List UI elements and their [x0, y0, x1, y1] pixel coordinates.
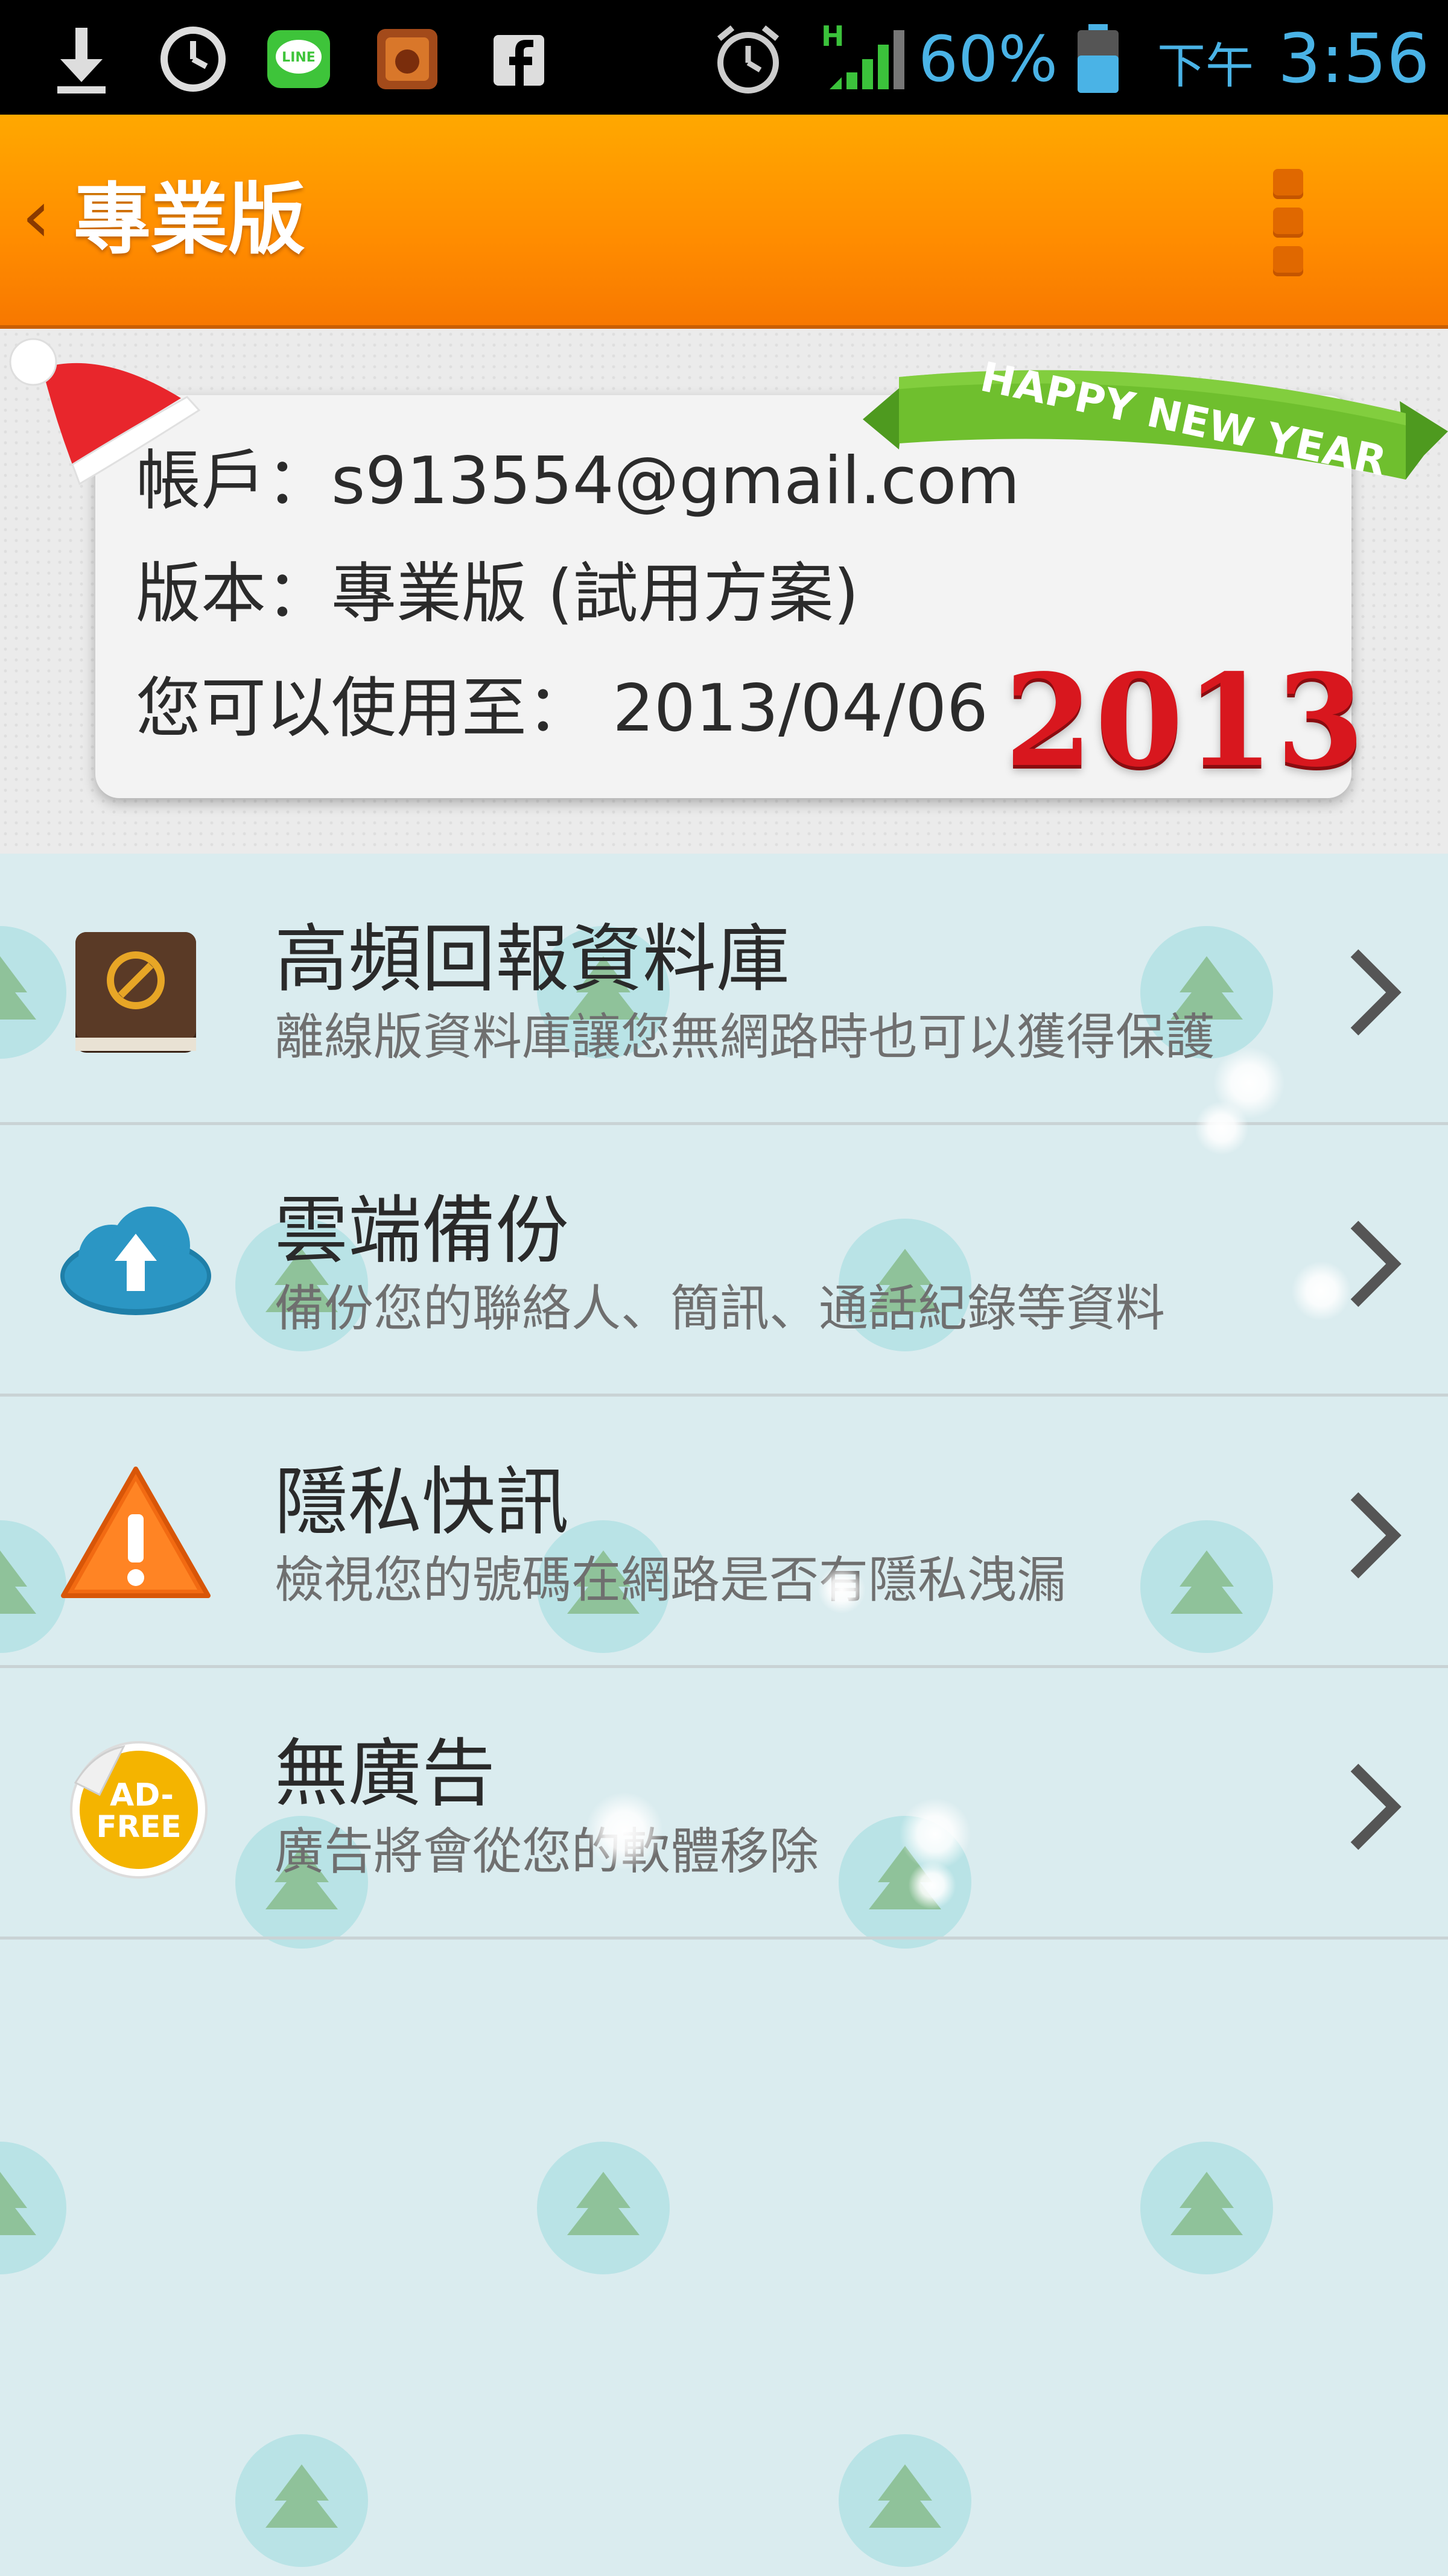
snow-sparkle [899, 1798, 971, 1870]
alarm-icon [717, 25, 780, 94]
svg-text:LINE: LINE [282, 50, 316, 65]
snow-sparkle [908, 1861, 956, 1909]
chevron-right-icon [1350, 949, 1402, 1036]
overflow-menu-icon[interactable] [1261, 169, 1315, 290]
snow-sparkle [1291, 1261, 1351, 1321]
warning-icon [61, 1467, 211, 1598]
list-item-title: 隱私快訊 [275, 1459, 569, 1545]
ad-free-line2: FREE [97, 1809, 182, 1844]
facebook-icon [494, 35, 544, 86]
battery-icon [1078, 24, 1119, 93]
database-book-icon [75, 932, 196, 1053]
list-item-title: 無廣告 [275, 1731, 495, 1816]
battery-percent: 60% [918, 22, 1058, 96]
ad-free-line1: AD- [110, 1777, 174, 1813]
back-icon[interactable]: ‹ [12, 175, 60, 259]
svg-text:H: H [821, 20, 845, 52]
list-item-subtitle: 離線版資料庫讓您無網路時也可以獲得保護 [275, 1009, 1215, 1066]
santa-hat-icon [9, 338, 201, 486]
list-item-subtitle: 檢視您的號碼在網路是否有隱私洩漏 [275, 1552, 1067, 1609]
snow-sparkle [818, 1566, 866, 1614]
signal-icon: H [821, 20, 904, 89]
expiry-line: 您可以使用至： 2013/04/06 [136, 671, 988, 746]
list-item-ad-free[interactable]: AD- FREE 無廣告 廣告將會從您的軟體移除 [0, 1668, 1448, 1940]
clock-icon [160, 27, 226, 92]
line-app-icon: LINE [267, 30, 330, 88]
download-icon [57, 28, 106, 94]
list-item-title: 高頻回報資料庫 [275, 916, 790, 1002]
list-item-cloud-backup[interactable]: 雲端備份 備份您的聯絡人、簡訊、通話紀錄等資料 [0, 1125, 1448, 1397]
list-item-privacy-alert[interactable]: 隱私快訊 檢視您的號碼在網路是否有隱私洩漏 [0, 1397, 1448, 1668]
ad-free-icon: AD- FREE [70, 1741, 208, 1879]
cloud-upload-icon [60, 1207, 211, 1315]
action-bar: ‹ 專業版 [0, 115, 1448, 329]
chevron-right-icon [1350, 1763, 1402, 1850]
happy-new-year-ribbon: HAPPY NEW YEAR [863, 354, 1448, 486]
page-title: 專業版 [74, 175, 306, 265]
snow-sparkle [1195, 1101, 1249, 1155]
year-text: 2013 [1005, 646, 1367, 795]
feature-list: 高頻回報資料庫 離線版資料庫讓您無網路時也可以獲得保護 雲端備份 備份您的聯絡人… [0, 854, 1448, 2576]
status-bar: LINE H 60% 下午 3:56 [0, 0, 1448, 115]
version-line: 版本：專業版 (試用方案) [136, 556, 859, 632]
app-icon [377, 29, 437, 89]
time-period: 下午 [1157, 38, 1254, 94]
list-item-subtitle: 廣告將會從您的軟體移除 [275, 1823, 819, 1880]
snow-sparkle [585, 1792, 664, 1870]
chevron-right-icon [1350, 1492, 1402, 1579]
clock-time: 3:56 [1278, 20, 1430, 98]
list-item-subtitle: 備份您的聯絡人、簡訊、通話紀錄等資料 [275, 1280, 1166, 1337]
list-item-title: 雲端備份 [275, 1188, 569, 1274]
